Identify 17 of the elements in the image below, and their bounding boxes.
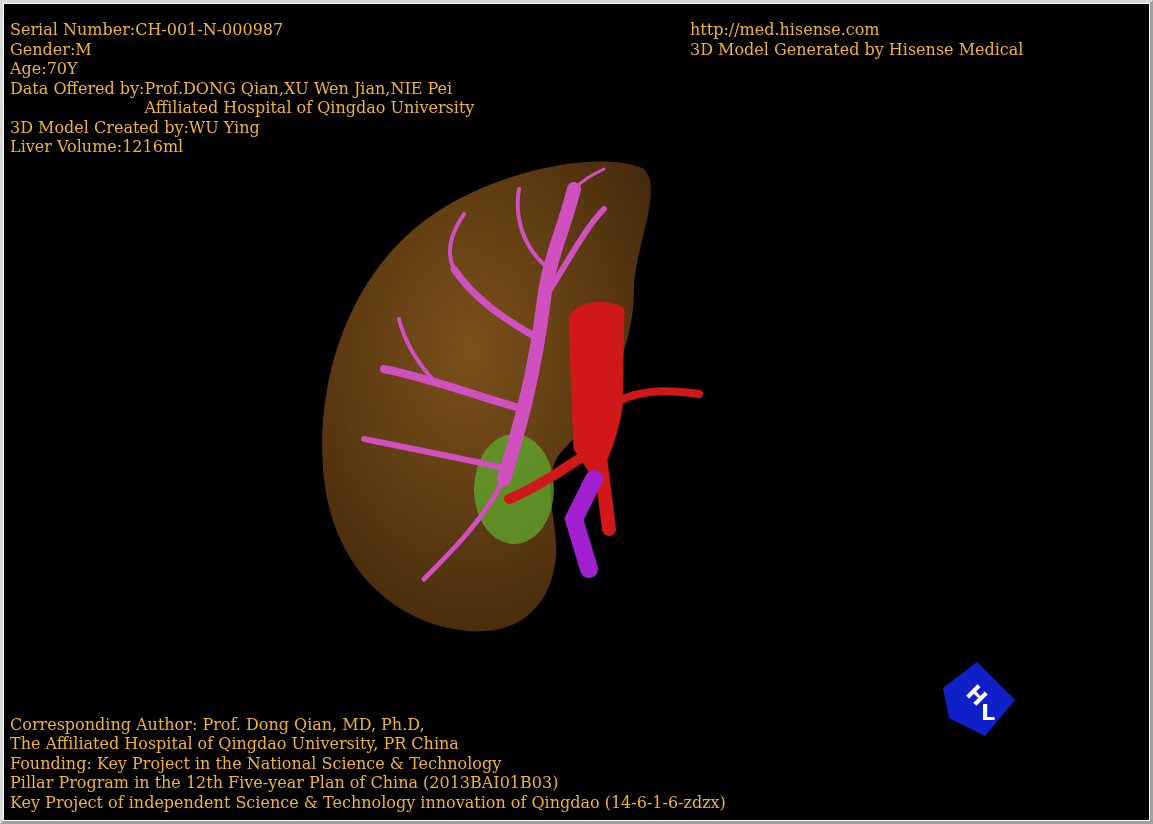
info-text: Serial Number:CH-001-N-000987 <box>10 20 284 40</box>
credit-text: Pillar Program in the 12th Five-year Plan of China (2013BAI01B03) <box>10 773 559 793</box>
info-text: Prof.DONG Qian,XU Wen Jian,NIE Pei <box>144 78 453 98</box>
info-label: Data Offered by: <box>10 78 145 100</box>
credit-text: The Affiliated Hospital of Qingdao University, PR China <box>10 734 459 754</box>
render-viewport[interactable] <box>4 4 1149 820</box>
credit-text: Key Project of independent Science & Technology innovation of Qingdao (14-6-1-6-zdzx) <box>10 792 726 812</box>
info-text: 3D Model Created by:WU Ying <box>10 117 260 137</box>
header-text: http://med.hisense.com <box>690 20 880 40</box>
info-text: Gender:M <box>10 39 92 59</box>
credit-text: Corresponding Author: Prof. Dong Qian, MD, Ph.D, <box>10 714 425 734</box>
credit-text: Founding: Key Project in the National Science & Technology <box>10 753 502 773</box>
info-text: Age:70Y <box>10 59 78 79</box>
cube-label: L <box>981 700 996 725</box>
header-text: 3D Model Generated by Hisense Medical <box>690 39 1024 59</box>
info-text: Affiliated Hospital of Qingdao University <box>144 98 475 118</box>
info-text: Liver Volume:1216ml <box>10 137 184 157</box>
